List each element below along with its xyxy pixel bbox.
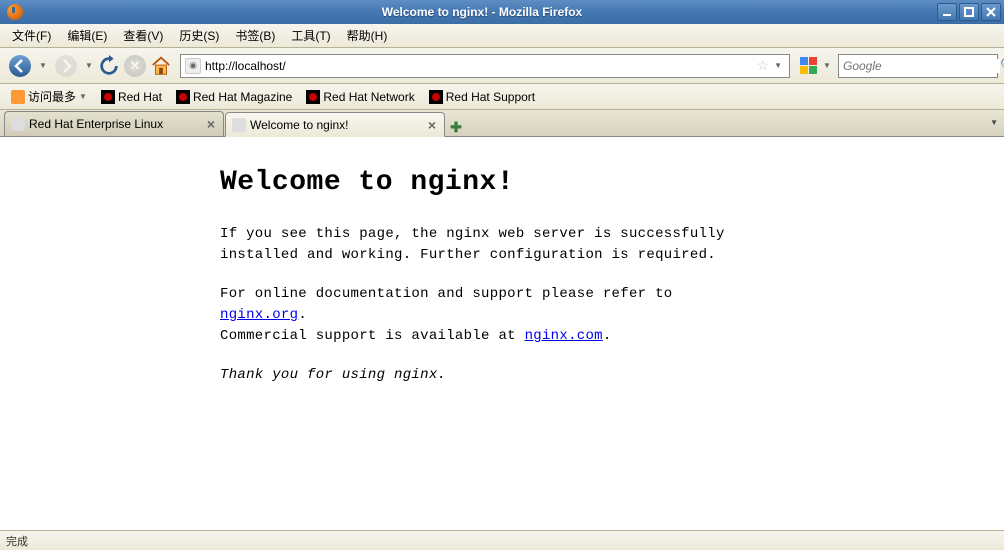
menu-edit[interactable]: 编辑(E) (59, 24, 115, 47)
menu-history[interactable]: 历史(S) (171, 24, 227, 47)
url-dropdown[interactable]: ▼ (771, 61, 785, 70)
status-bar: 完成 (0, 530, 1004, 550)
tab-title: Welcome to nginx! (250, 118, 422, 132)
url-bar[interactable]: ◉ ☆ ▼ (180, 54, 790, 78)
status-text: 完成 (6, 533, 28, 549)
reload-button[interactable] (98, 55, 120, 77)
firefox-icon (7, 4, 23, 20)
page-paragraph-2: For online documentation and support ple… (220, 284, 740, 347)
navigation-toolbar: ▼ ▼ ✕ ◉ ☆ ▼ ▼ 🔍 (0, 48, 1004, 84)
stop-button[interactable]: ✕ (124, 55, 146, 77)
nginx-com-link[interactable]: nginx.com (525, 328, 603, 344)
tab-favicon (11, 117, 25, 131)
bookmark-label: Red Hat Support (446, 90, 535, 104)
redhat-icon (101, 90, 115, 104)
bookmark-redhat[interactable]: Red Hat (96, 88, 167, 106)
home-button[interactable] (150, 55, 172, 77)
tab-redhat-linux[interactable]: Red Hat Enterprise Linux × (4, 111, 224, 136)
page-paragraph-1: If you see this page, the nginx web serv… (220, 224, 740, 266)
bookmark-label: Red Hat Network (323, 90, 414, 104)
search-engine-icon[interactable] (800, 57, 818, 75)
bookmark-star-icon[interactable]: ☆ (755, 57, 772, 74)
nginx-org-link[interactable]: nginx.org (220, 307, 298, 323)
tab-close-icon[interactable]: × (205, 116, 217, 132)
most-visited-icon (11, 90, 25, 104)
tab-title: Red Hat Enterprise Linux (29, 117, 201, 131)
tab-favicon (232, 118, 246, 132)
bookmark-label: Red Hat Magazine (193, 90, 292, 104)
back-history-dropdown[interactable]: ▼ (38, 61, 48, 70)
search-input[interactable] (843, 59, 1000, 73)
new-tab-button[interactable]: ✚ (446, 119, 466, 136)
forward-history-dropdown[interactable]: ▼ (84, 61, 94, 70)
redhat-icon (306, 90, 320, 104)
most-visited-button[interactable]: 访问最多 ▼ (6, 86, 92, 107)
menu-tools[interactable]: 工具(T) (283, 24, 338, 47)
bookmark-redhat-network[interactable]: Red Hat Network (301, 88, 419, 106)
titlebar: Welcome to nginx! - Mozilla Firefox (0, 0, 1004, 24)
page-heading: Welcome to nginx! (220, 167, 1004, 198)
bookmark-label: Red Hat (118, 90, 162, 104)
menu-bookmarks[interactable]: 书签(B) (227, 24, 283, 47)
forward-button[interactable] (52, 52, 80, 80)
menu-help[interactable]: 帮助(H) (339, 24, 396, 47)
search-engine-dropdown[interactable]: ▼ (822, 61, 832, 70)
bookmark-redhat-support[interactable]: Red Hat Support (424, 88, 540, 106)
redhat-icon (429, 90, 443, 104)
back-button[interactable] (6, 52, 34, 80)
page-thanks: Thank you for using nginx. (220, 365, 740, 386)
search-go-icon[interactable]: 🔍 (1000, 57, 1004, 74)
tab-close-icon[interactable]: × (426, 117, 438, 133)
tab-overflow-dropdown[interactable]: ▼ (990, 118, 998, 127)
redhat-icon (176, 90, 190, 104)
tab-welcome-nginx[interactable]: Welcome to nginx! × (225, 112, 445, 137)
site-identity-icon[interactable]: ◉ (185, 58, 201, 74)
menubar: 文件(F) 编辑(E) 查看(V) 历史(S) 书签(B) 工具(T) 帮助(H… (0, 24, 1004, 48)
search-bar[interactable]: 🔍 (838, 54, 998, 78)
page-content: Welcome to nginx! If you see this page, … (0, 137, 1004, 530)
bookmark-redhat-magazine[interactable]: Red Hat Magazine (171, 88, 297, 106)
minimize-button[interactable] (937, 3, 957, 21)
url-input[interactable] (205, 59, 755, 73)
maximize-button[interactable] (959, 3, 979, 21)
menu-file[interactable]: 文件(F) (4, 24, 59, 47)
chevron-down-icon: ▼ (79, 92, 87, 101)
bookmarks-toolbar: 访问最多 ▼ Red Hat Red Hat Magazine Red Hat … (0, 84, 1004, 110)
close-button[interactable] (981, 3, 1001, 21)
most-visited-label: 访问最多 (28, 88, 76, 105)
tab-bar: Red Hat Enterprise Linux × Welcome to ng… (0, 110, 1004, 137)
menu-view[interactable]: 查看(V) (115, 24, 171, 47)
window-title: Welcome to nginx! - Mozilla Firefox (27, 5, 937, 19)
